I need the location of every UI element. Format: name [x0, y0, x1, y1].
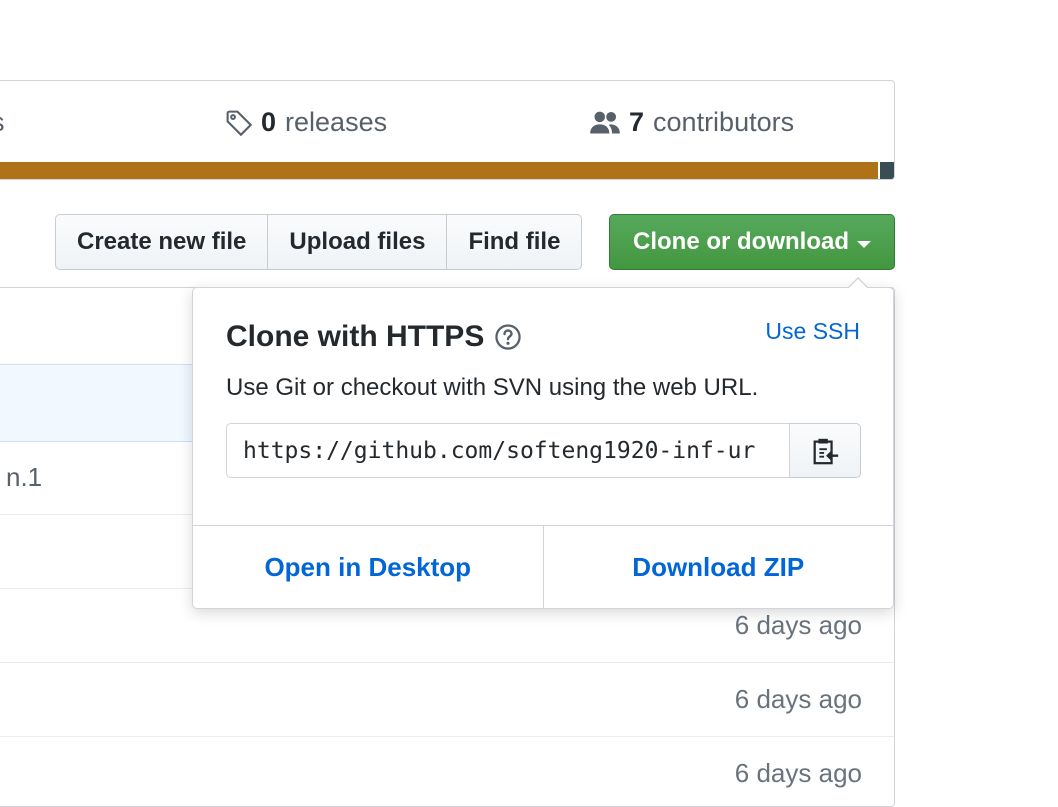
row-divider	[0, 662, 894, 663]
clone-url-group	[226, 423, 861, 478]
upload-files-button[interactable]: Upload files	[267, 214, 448, 270]
open-in-desktop-link[interactable]: Open in Desktop	[193, 526, 543, 608]
contributors-label: contributors	[653, 107, 795, 137]
clone-or-download-button[interactable]: Clone or download	[609, 214, 895, 270]
releases-label: releases	[285, 107, 388, 137]
clone-description: Use Git or checkout with SVN using the w…	[226, 374, 759, 401]
create-new-file-button[interactable]: Create new file	[55, 214, 269, 270]
dropdown-pointer-inner	[848, 279, 868, 289]
find-file-button[interactable]: Find file	[446, 214, 583, 270]
language-bar-secondary[interactable]	[878, 162, 894, 179]
download-zip-label: Download ZIP	[632, 551, 805, 582]
use-ssh-link[interactable]: Use SSH	[765, 318, 860, 345]
releases-count: 0	[261, 107, 277, 137]
caret-down-icon	[857, 240, 871, 248]
releases-link[interactable]: 0 releases	[225, 107, 387, 138]
summary-item-partial[interactable]: s	[0, 107, 5, 138]
language-bar[interactable]	[0, 162, 894, 179]
clone-title: Clone with HTTPS	[226, 320, 522, 354]
contributors-link[interactable]: 7 contributors	[589, 107, 794, 138]
clone-dropdown: Clone with HTTPS Use SSH Use Git or chec…	[192, 277, 894, 609]
repo-summary: s 0 releases 7 contributors	[0, 80, 895, 180]
people-icon	[589, 109, 621, 137]
download-zip-link[interactable]: Download ZIP	[542, 526, 894, 608]
clone-title-text: Clone with HTTPS	[226, 320, 485, 353]
clone-button-label: Clone or download	[633, 228, 849, 255]
clipboard-icon	[810, 436, 840, 466]
clone-url-input[interactable]	[226, 423, 790, 478]
copy-url-button[interactable]	[790, 423, 861, 478]
question-icon[interactable]	[494, 323, 522, 351]
clone-dropdown-footer: Open in Desktop Download ZIP	[193, 525, 893, 608]
file-age[interactable]: 6 days ago	[735, 610, 862, 641]
file-actions-group: Create new file Upload files Find file	[55, 214, 583, 270]
contributors-count: 7	[629, 107, 645, 137]
file-row-partial-text[interactable]: n.1	[6, 462, 42, 493]
file-age[interactable]: 6 days ago	[735, 758, 862, 789]
open-in-desktop-label: Open in Desktop	[264, 551, 472, 582]
summary-partial-label: s	[0, 107, 5, 138]
row-divider	[0, 736, 894, 737]
file-age[interactable]: 6 days ago	[735, 684, 862, 715]
tag-icon	[225, 109, 253, 137]
